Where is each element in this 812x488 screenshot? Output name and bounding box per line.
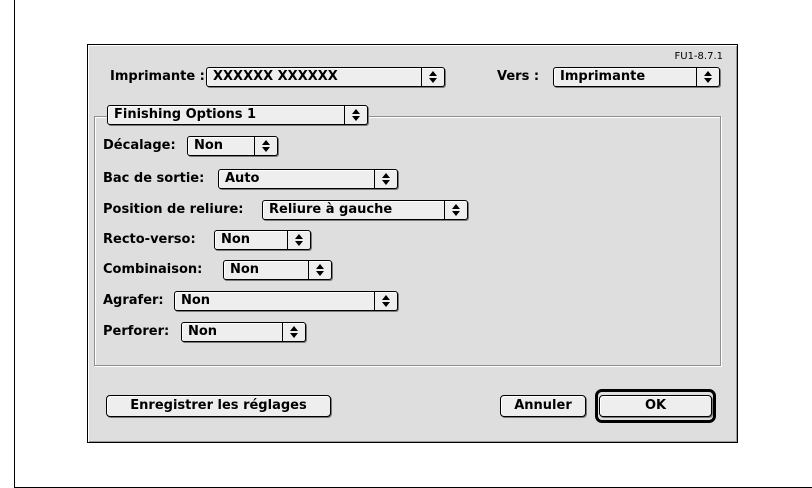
option-label-combination: Combinaison: — [103, 262, 203, 277]
up-down-arrows-icon — [374, 170, 397, 188]
option-label-binding-position: Position de reliure: — [103, 202, 244, 217]
option-popup-output-tray[interactable]: Auto — [218, 169, 398, 189]
up-down-arrows-icon — [282, 323, 305, 341]
option-value-binding-position: Reliure à gauche — [269, 202, 393, 217]
destination-label: Vers : — [497, 69, 540, 84]
up-down-arrows-icon — [344, 106, 367, 124]
option-value-combination: Non — [230, 262, 260, 277]
printer-popup[interactable]: XXXXXX XXXXXX — [206, 67, 445, 87]
option-value-output-tray: Auto — [225, 171, 260, 186]
option-value-offset: Non — [194, 138, 224, 153]
up-down-arrows-icon — [696, 68, 719, 86]
option-value-punch: Non — [188, 324, 218, 339]
option-popup-punch[interactable]: Non — [181, 322, 306, 342]
option-value-staple: Non — [181, 293, 211, 308]
up-down-arrows-icon — [254, 137, 277, 155]
option-popup-combination[interactable]: Non — [223, 260, 332, 280]
cancel-button[interactable]: Annuler — [500, 395, 586, 417]
destination-popup[interactable]: Imprimante — [553, 67, 720, 87]
up-down-arrows-icon — [444, 201, 467, 219]
option-label-output-tray: Bac de sortie: — [103, 171, 205, 186]
up-down-arrows-icon — [421, 68, 444, 86]
option-label-offset: Décalage: — [103, 138, 176, 153]
up-down-arrows-icon — [287, 231, 310, 249]
option-label-duplex: Recto-verso: — [103, 232, 196, 247]
panel-select-popup[interactable]: Finishing Options 1 — [107, 105, 368, 125]
save-settings-button[interactable]: Enregistrer les réglages — [106, 395, 331, 417]
ok-button[interactable]: OK — [599, 395, 712, 417]
up-down-arrows-icon — [308, 261, 331, 279]
version-label: FU1-8.7.1 — [674, 51, 724, 62]
option-value-duplex: Non — [221, 232, 251, 247]
option-label-punch: Perforer: — [103, 324, 170, 339]
option-popup-binding-position[interactable]: Reliure à gauche — [262, 200, 468, 220]
print-dialog: FU1-8.7.1 Imprimante : XXXXXX XXXXXX Ver… — [87, 44, 738, 443]
printer-value: XXXXXX XXXXXX — [213, 69, 338, 84]
option-popup-duplex[interactable]: Non — [214, 230, 311, 250]
option-popup-staple[interactable]: Non — [174, 291, 398, 311]
option-label-staple: Agrafer: — [103, 293, 164, 308]
printer-label: Imprimante : — [110, 69, 205, 84]
destination-value: Imprimante — [560, 69, 646, 84]
option-popup-offset[interactable]: Non — [187, 136, 278, 156]
up-down-arrows-icon — [374, 292, 397, 310]
panel-select-value: Finishing Options 1 — [114, 107, 257, 122]
